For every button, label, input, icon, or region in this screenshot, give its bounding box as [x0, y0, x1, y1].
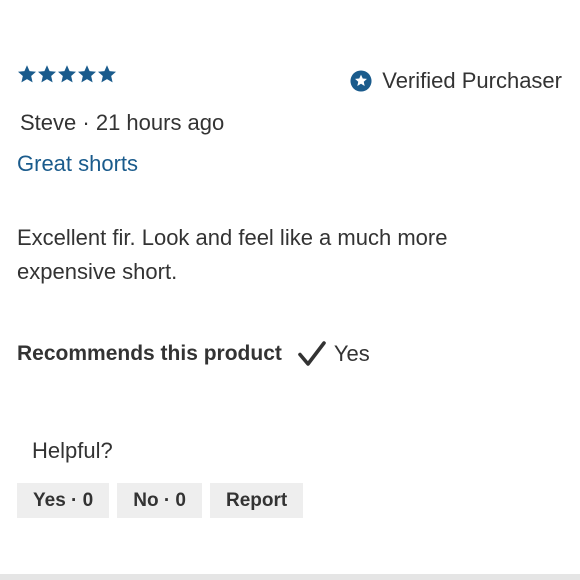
meta-separator: · [76, 110, 96, 135]
star-icon [38, 65, 56, 83]
bottom-divider [0, 574, 580, 580]
report-button[interactable]: Report [210, 483, 304, 518]
review-body: Excellent fir. Look and feel like a much… [17, 225, 448, 284]
star-icon [78, 65, 96, 83]
review-meta: Steve · 21 hours ago [20, 110, 224, 136]
star-icon [18, 65, 36, 83]
recommends-label: Recommends this product [17, 342, 282, 365]
star-icon [98, 65, 116, 83]
star-icon [58, 65, 76, 83]
review-time: 21 hours ago [95, 110, 225, 135]
review-headline: Great shorts [17, 151, 139, 176]
checkmark-icon [298, 341, 326, 366]
verified-purchaser-label: Verified Purchaser [382, 68, 562, 93]
helpful-vote-buttons: Yes · 0 No · 0 Report [17, 483, 304, 518]
recommends-row: Recommends this product Yes [17, 340, 370, 368]
recommends-value: Yes [333, 341, 370, 366]
verified-purchaser-badge: Verified Purchaser [350, 68, 562, 94]
helpful-label: Helpful? [32, 438, 113, 463]
star-rating [17, 64, 117, 84]
helpful-no-button[interactable]: No · 0 [117, 483, 202, 518]
helpful-yes-button[interactable]: Yes · 0 [17, 483, 110, 518]
reviewer-name: Steve [20, 110, 77, 135]
verified-star-badge-icon [350, 70, 372, 92]
